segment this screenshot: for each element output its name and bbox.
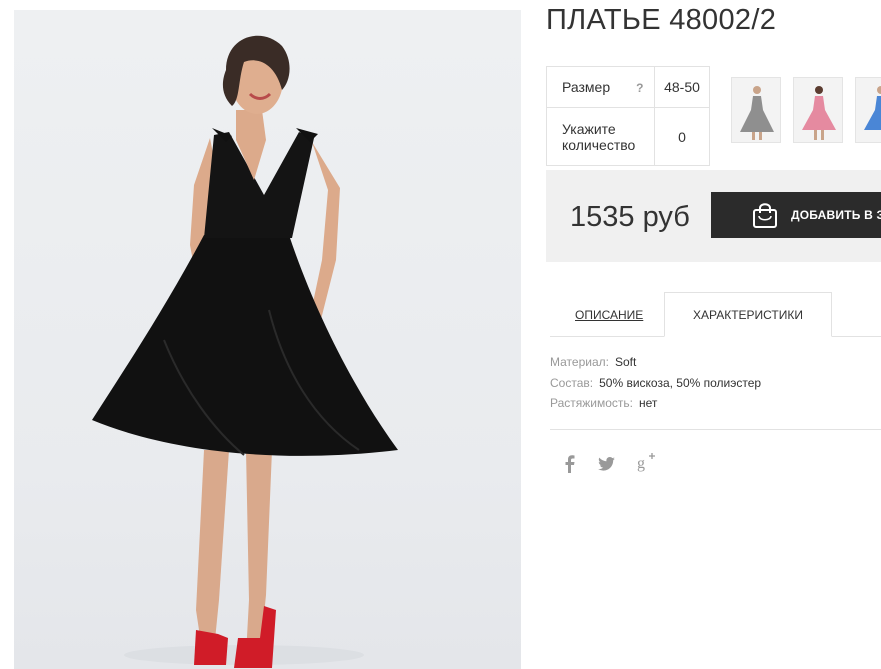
quantity-label-line1: Укажите	[562, 120, 616, 137]
size-label: Размер	[562, 79, 611, 95]
thumbnail-grey-dress[interactable]	[731, 77, 781, 143]
spec-composition: Состав: 50% вискоза, 50% полиэстер	[550, 376, 761, 390]
size-help-icon[interactable]: ?	[636, 81, 643, 95]
thumbnail-grey-image	[740, 86, 774, 140]
product-title: ПЛАТЬЕ 48002/2	[546, 4, 777, 36]
twitter-icon[interactable]	[598, 457, 615, 476]
thumbnail-strip	[731, 77, 881, 143]
price: 1535 руб	[570, 201, 690, 233]
spec-stretch-key: Растяжимость:	[550, 396, 634, 410]
facebook-glyph	[565, 455, 575, 473]
add-to-cart-label: ДОБАВИТЬ В З	[791, 208, 881, 222]
google-plus-icon[interactable]: g	[636, 452, 656, 477]
twitter-glyph	[598, 457, 615, 471]
thumbnail-blue-image	[864, 86, 881, 130]
price-box: 1535 руб ДОБАВИТЬ В З	[546, 170, 881, 262]
spec-stretch-value: нет	[639, 396, 658, 410]
size-label-cell: Размер?	[546, 66, 655, 108]
specs-divider	[550, 429, 881, 430]
thumbnail-pink-image	[802, 86, 836, 140]
thumbnail-pink-dress[interactable]	[793, 77, 843, 143]
shopping-bag-icon	[753, 203, 777, 228]
quantity-label: Укажите количество	[546, 107, 655, 166]
add-to-cart-button[interactable]: ДОБАВИТЬ В З	[711, 192, 881, 238]
dress-model-illustration	[92, 35, 398, 668]
quantity-label-line2: количество	[562, 136, 636, 153]
size-value[interactable]: 48-50	[654, 66, 710, 108]
tab-description[interactable]: ОПИСАНИЕ	[575, 308, 643, 322]
spec-composition-value: 50% вискоза, 50% полиэстер	[599, 376, 762, 390]
quantity-input[interactable]: 0	[654, 107, 710, 166]
thumbnail-blue-dress[interactable]	[855, 77, 881, 143]
svg-text:g: g	[637, 455, 645, 472]
spec-stretch: Растяжимость: нет	[550, 396, 657, 410]
product-photo[interactable]	[14, 10, 521, 669]
google-plus-glyph: g	[637, 453, 655, 472]
tab-characteristics[interactable]: ХАРАКТЕРИСТИКИ	[664, 292, 832, 337]
spec-material-key: Материал:	[550, 355, 609, 369]
spec-composition-key: Состав:	[550, 376, 594, 390]
spec-material: Материал: Soft	[550, 355, 636, 369]
product-options-table: Размер? 48-50 Укажите количество 0	[546, 66, 710, 166]
spec-material-value: Soft	[614, 355, 637, 369]
facebook-icon[interactable]	[564, 455, 576, 478]
